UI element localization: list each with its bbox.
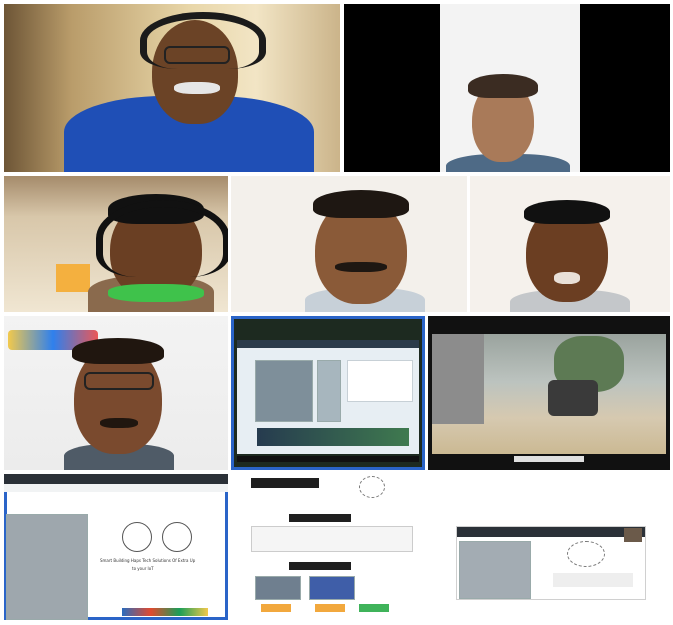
participant-tile-1[interactable] <box>4 4 340 172</box>
participant-3-mask <box>108 284 204 302</box>
slide-10-top-bar <box>251 478 319 488</box>
participant-1-mustache <box>174 82 220 94</box>
slide-10-network-diagram <box>359 476 385 498</box>
participant-tile-11[interactable] <box>428 474 670 620</box>
participant-tile-10[interactable] <box>231 474 425 620</box>
participant-4-hair <box>313 190 409 218</box>
participant-5-mouth <box>554 272 580 284</box>
slide-10-chip-1 <box>261 604 291 612</box>
slide-7-footer-banner <box>257 428 409 446</box>
shared-screen-11 <box>456 526 646 600</box>
participant-3-headphones <box>96 200 228 277</box>
slide-7-header-bar <box>237 340 419 348</box>
participant-4-mustache <box>335 262 387 272</box>
screen-11-presenter-thumbnail <box>624 528 642 542</box>
participant-tile-8[interactable] <box>428 316 670 470</box>
slide-10-image-2 <box>309 576 355 600</box>
slide-7-bottom-strip <box>237 456 419 462</box>
slide-7-image-1 <box>255 360 313 422</box>
video-8-vehicle <box>548 380 598 416</box>
participant-tile-4[interactable] <box>231 176 467 312</box>
screen-11-text-block <box>553 573 633 587</box>
screen-11-diagram <box>567 541 605 567</box>
slide-10-chip-3 <box>359 604 389 612</box>
screen-11-collage <box>459 541 531 599</box>
participant-tile-7[interactable] <box>231 316 425 470</box>
slide-7-text-block <box>347 360 413 402</box>
page-9-caption-line-2: to your IoT <box>132 566 154 571</box>
participant-3-shelf-photo <box>56 264 90 292</box>
slide-10-heading-2 <box>289 562 351 570</box>
participant-2-hair <box>468 74 538 98</box>
page-9-footer-logos <box>122 608 208 616</box>
screen-11-header <box>457 527 645 537</box>
slide-10-banner <box>251 526 413 552</box>
participant-6-hair <box>72 338 164 364</box>
slide-10-heading-1 <box>289 514 351 522</box>
participant-5-hair <box>524 200 610 224</box>
browser-9-tab-bar <box>4 474 228 484</box>
participant-tile-2[interactable] <box>344 4 670 172</box>
participant-1-glasses <box>164 46 230 64</box>
participant-tile-5[interactable] <box>470 176 670 312</box>
slide-10-chip-2 <box>315 604 345 612</box>
participant-6-mustache <box>100 418 138 428</box>
video-gallery: Smart Building Haps Tech Solutions Of Ex… <box>0 0 673 625</box>
participant-tile-3[interactable] <box>4 176 228 312</box>
video-8-player-controls[interactable] <box>514 456 584 462</box>
participant-tile-9[interactable]: Smart Building Haps Tech Solutions Of Ex… <box>4 474 228 620</box>
page-9-logo-right <box>162 522 192 552</box>
slide-7-image-2 <box>317 360 341 422</box>
slide-10-image-1 <box>255 576 301 600</box>
page-9-logo-left <box>122 522 152 552</box>
participant-tile-6[interactable] <box>4 316 228 470</box>
participant-6-glasses <box>84 372 154 390</box>
page-9-collage <box>6 514 88 620</box>
page-9-caption-line-1: Smart Building Haps Tech Solutions Of Ex… <box>100 558 196 563</box>
browser-9-toolbar <box>4 484 228 492</box>
shared-slide-7 <box>237 340 419 454</box>
video-8-wall <box>432 334 484 424</box>
